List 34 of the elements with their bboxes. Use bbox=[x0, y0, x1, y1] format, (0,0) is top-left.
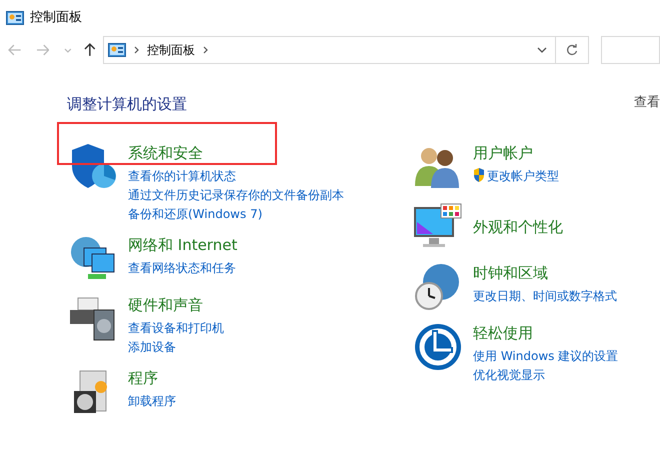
category-title-link[interactable]: 轻松使用 bbox=[473, 322, 618, 344]
search-field[interactable] bbox=[601, 36, 660, 64]
task-link[interactable]: 查看设备和打印机 bbox=[128, 318, 224, 338]
refresh-button[interactable] bbox=[556, 36, 590, 64]
breadcrumb-item[interactable]: 控制面板 bbox=[146, 41, 195, 59]
task-link[interactable]: 查看网络状态和任务 bbox=[128, 258, 236, 278]
task-link[interactable]: 卸载程序 bbox=[128, 392, 176, 410]
chevron-right-icon[interactable] bbox=[202, 46, 208, 54]
page-heading: 调整计算机的设置 bbox=[67, 94, 187, 115]
accessibility-icon[interactable] bbox=[413, 322, 463, 372]
task-link[interactable]: 更改日期、时间或数字格式 bbox=[473, 286, 617, 306]
up-arrow-icon[interactable] bbox=[84, 43, 96, 57]
chevron-right-icon[interactable] bbox=[134, 46, 139, 54]
window-title: 控制面板 bbox=[30, 9, 82, 28]
task-link[interactable]: 备份和还原(Windows 7) bbox=[128, 204, 262, 224]
task-link[interactable]: 优化视觉显示 bbox=[473, 366, 545, 384]
control-panel-icon bbox=[6, 11, 24, 25]
refresh-icon bbox=[566, 44, 578, 56]
category-title-link[interactable]: 外观和个性化 bbox=[473, 216, 563, 238]
view-by-link[interactable]: 查看 bbox=[634, 93, 660, 116]
category-title-link[interactable]: 用户帐户 bbox=[473, 142, 559, 164]
control-panel-icon bbox=[108, 43, 126, 57]
category-title-link[interactable]: 硬件和声音 bbox=[128, 294, 224, 316]
address-bar[interactable]: 控制面板 bbox=[102, 36, 556, 64]
category-title-link[interactable]: 系统和安全 bbox=[128, 142, 344, 164]
task-link[interactable]: 添加设备 bbox=[128, 338, 176, 356]
task-link[interactable]: 查看你的计算机状态 bbox=[128, 166, 236, 186]
category-title-link[interactable]: 网络和 Internet bbox=[128, 234, 238, 256]
category-title-link[interactable]: 程序 bbox=[128, 366, 176, 388]
task-link[interactable]: 通过文件历史记录保存你的文件备份副本 bbox=[128, 186, 344, 204]
category-title-link[interactable]: 时钟和区域 bbox=[473, 262, 617, 284]
dropdown-chevron-icon[interactable] bbox=[537, 47, 548, 53]
task-link[interactable]: 使用 Windows 建议的设置 bbox=[473, 346, 618, 366]
task-link[interactable]: 更改帐户类型 bbox=[473, 166, 559, 186]
